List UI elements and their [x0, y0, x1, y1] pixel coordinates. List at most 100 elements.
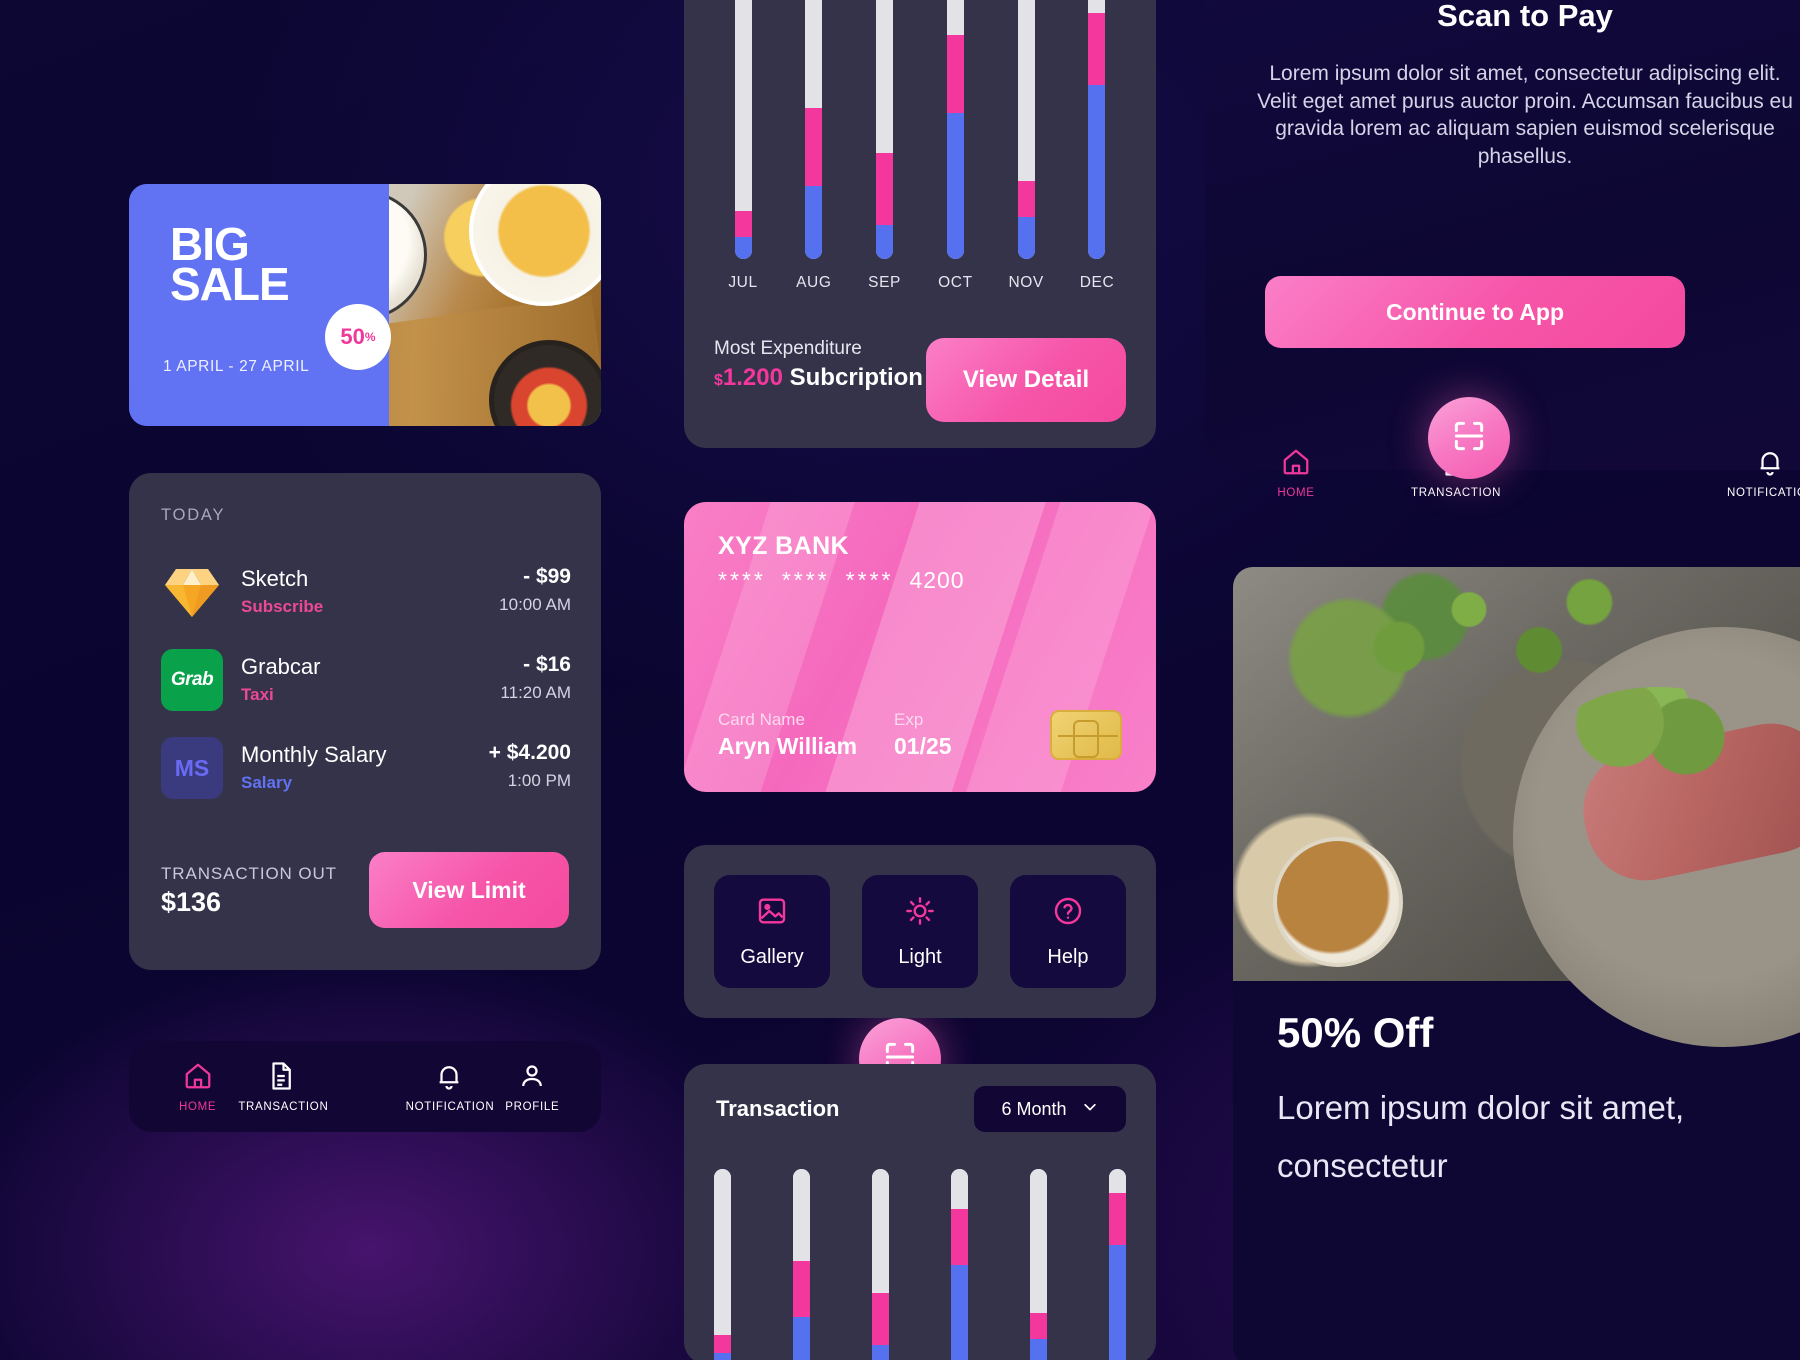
quick-action-label-light: Light — [898, 945, 942, 968]
transaction-name: Grabcar — [241, 654, 321, 679]
chart-x-tick-label: DEC — [1079, 274, 1115, 291]
today-transactions-card: TODAY Sketch Subscribe - $99 10:00 AM Gr… — [129, 473, 601, 970]
chart-bar-segment — [1109, 1245, 1126, 1360]
transaction-time: 1:00 PM — [507, 771, 571, 790]
period-select[interactable]: 6 Month — [974, 1086, 1126, 1132]
home-icon — [157, 1061, 238, 1095]
chart-bar-group: JUL — [714, 0, 772, 292]
nav-item-profile[interactable]: PROFILE — [492, 1061, 573, 1113]
offer-food-photo — [1233, 567, 1800, 1047]
chart-bar-segment — [805, 0, 823, 108]
transaction-amount: + $4.200 — [488, 741, 571, 764]
offer-card[interactable]: 50% Off Lorem ipsum dolor sit amet, cons… — [1233, 567, 1800, 1360]
chart-bar — [805, 0, 823, 259]
card-bank-name: XYZ BANK — [718, 532, 849, 560]
transaction-time: 11:20 AM — [500, 683, 571, 702]
grab-icon: Grab — [161, 649, 223, 711]
question-circle-icon — [1052, 895, 1084, 932]
chip-icon — [1050, 710, 1122, 760]
chart-bar-segment — [793, 1169, 810, 1261]
transaction-list: Sketch Subscribe - $99 10:00 AM Grab Gra… — [161, 548, 571, 812]
chart-bar — [714, 1169, 731, 1360]
card-name-value: Aryn William — [718, 733, 858, 759]
credit-card[interactable]: XYZ BANK **** **** **** 4200 Card Name Aryn… — [684, 502, 1156, 792]
chart-bar-group: OCT — [926, 0, 984, 292]
expenditure-bar-chart: JUL AUG SEP OCT NOV DEC — [714, 0, 1126, 292]
nav-label-notification-right: NOTIFICATION — [1727, 486, 1800, 499]
chart-bar-segment — [1017, 216, 1035, 259]
chart-bars: JUL AUG SEP OCT NOV DEC — [714, 0, 1126, 292]
view-detail-button[interactable]: View Detail — [926, 338, 1126, 422]
currency-symbol: $ — [714, 372, 723, 389]
chart-bar-segment — [734, 0, 752, 212]
home-icon — [1253, 447, 1339, 481]
sun-icon — [904, 895, 936, 932]
view-limit-button[interactable]: View Limit — [369, 852, 569, 928]
card-mask-1: **** — [718, 567, 766, 593]
amount-number: 1.200 — [722, 364, 783, 391]
chart-bar-segment — [872, 1169, 889, 1293]
period-select-value: 6 Month — [1001, 1098, 1067, 1119]
today-heading: TODAY — [161, 506, 226, 524]
chart-bar-segment — [793, 1261, 810, 1317]
expenditure-chart-card: JUL AUG SEP OCT NOV DEC Most Expenditure $1.2… — [684, 0, 1156, 448]
quick-action-light[interactable]: Light — [862, 875, 978, 988]
card-last4: 4200 — [909, 567, 965, 593]
promo-banner-card[interactable]: BIG SALE 1 APRIL - 27 APRIL 50% — [129, 184, 601, 426]
chart-x-tick-label: SEP — [868, 274, 901, 291]
transaction-category: Taxi — [241, 685, 274, 704]
chart-bar-segment — [1109, 1193, 1126, 1245]
continue-to-app-button[interactable]: Continue to App — [1265, 276, 1685, 348]
scan-fab-button-right[interactable] — [1428, 397, 1510, 479]
chart-bar-segment — [876, 0, 894, 153]
quick-action-label-help: Help — [1047, 945, 1089, 968]
chart-bar-segment — [734, 236, 752, 259]
chart-x-tick-label: JUL — [728, 274, 758, 291]
nav-item-transaction[interactable]: TRANSACTION — [238, 1061, 328, 1113]
image-icon — [756, 895, 788, 932]
nav-item-notification-right[interactable]: NOTIFICATION — [1727, 447, 1800, 499]
chart-bar-segment — [1017, 180, 1035, 217]
person-icon — [492, 1061, 573, 1095]
chart-bar — [951, 1169, 968, 1360]
chart-bar-segment — [951, 1265, 968, 1360]
list-item[interactable]: Grab Grabcar Taxi - $16 11:20 AM — [161, 636, 571, 724]
chart-bar-segment — [1030, 1313, 1047, 1339]
chart-bar — [876, 0, 894, 259]
quick-action-help[interactable]: Help — [1010, 875, 1126, 988]
chart-bar-group: SEP — [856, 0, 914, 292]
chart-bar-segment — [946, 113, 964, 259]
bell-icon — [1727, 447, 1800, 481]
chart-bar-segment — [714, 1335, 731, 1353]
bottom-navigation-bar: HOME TRANSACTION NOTIFICATION PROFILE — [129, 1041, 601, 1132]
card-name-label: Card Name — [718, 710, 805, 729]
nav-item-notification[interactable]: NOTIFICATION — [406, 1061, 494, 1113]
nav-item-home[interactable]: HOME — [157, 1061, 238, 1113]
chevron-down-icon — [1081, 1098, 1099, 1121]
chart-bar — [872, 1169, 889, 1360]
quick-action-gallery[interactable]: Gallery — [714, 875, 830, 988]
chart-summary-row: Most Expenditure $1.200 Subcription View… — [714, 338, 1126, 422]
list-item[interactable]: Sketch Subscribe - $99 10:00 AM — [161, 548, 571, 636]
chart-bar-segment — [951, 1209, 968, 1265]
chart-bar-segment — [872, 1345, 889, 1360]
most-expenditure-amount: $1.200 — [714, 364, 783, 391]
chart-bar — [1017, 0, 1035, 259]
chart-bar-group: NOV — [997, 0, 1055, 292]
offer-description: Lorem ipsum dolor sit amet, consectetur — [1277, 1089, 1685, 1184]
chart-bar-group: AUG — [785, 0, 843, 292]
transaction-name: Sketch — [241, 566, 309, 591]
transaction-time: 10:00 AM — [499, 595, 571, 614]
chart-bar-segment — [734, 211, 752, 237]
chart-x-tick-label: OCT — [938, 274, 973, 291]
nav-item-home-right[interactable]: HOME — [1253, 447, 1339, 499]
chart-bar-segment — [1017, 0, 1035, 181]
promo-discount-unit: % — [364, 330, 376, 344]
chart-bar-segment — [946, 35, 964, 114]
list-item[interactable]: MS Monthly Salary Salary + $4.200 1:00 P… — [161, 724, 571, 812]
transaction-amount: - $99 — [523, 565, 571, 588]
transaction-panel-title: Transaction — [716, 1096, 840, 1121]
chart-bar — [1030, 1169, 1047, 1360]
ms-icon-label: MS — [174, 754, 210, 781]
promo-discount-value: 50 — [340, 324, 365, 349]
